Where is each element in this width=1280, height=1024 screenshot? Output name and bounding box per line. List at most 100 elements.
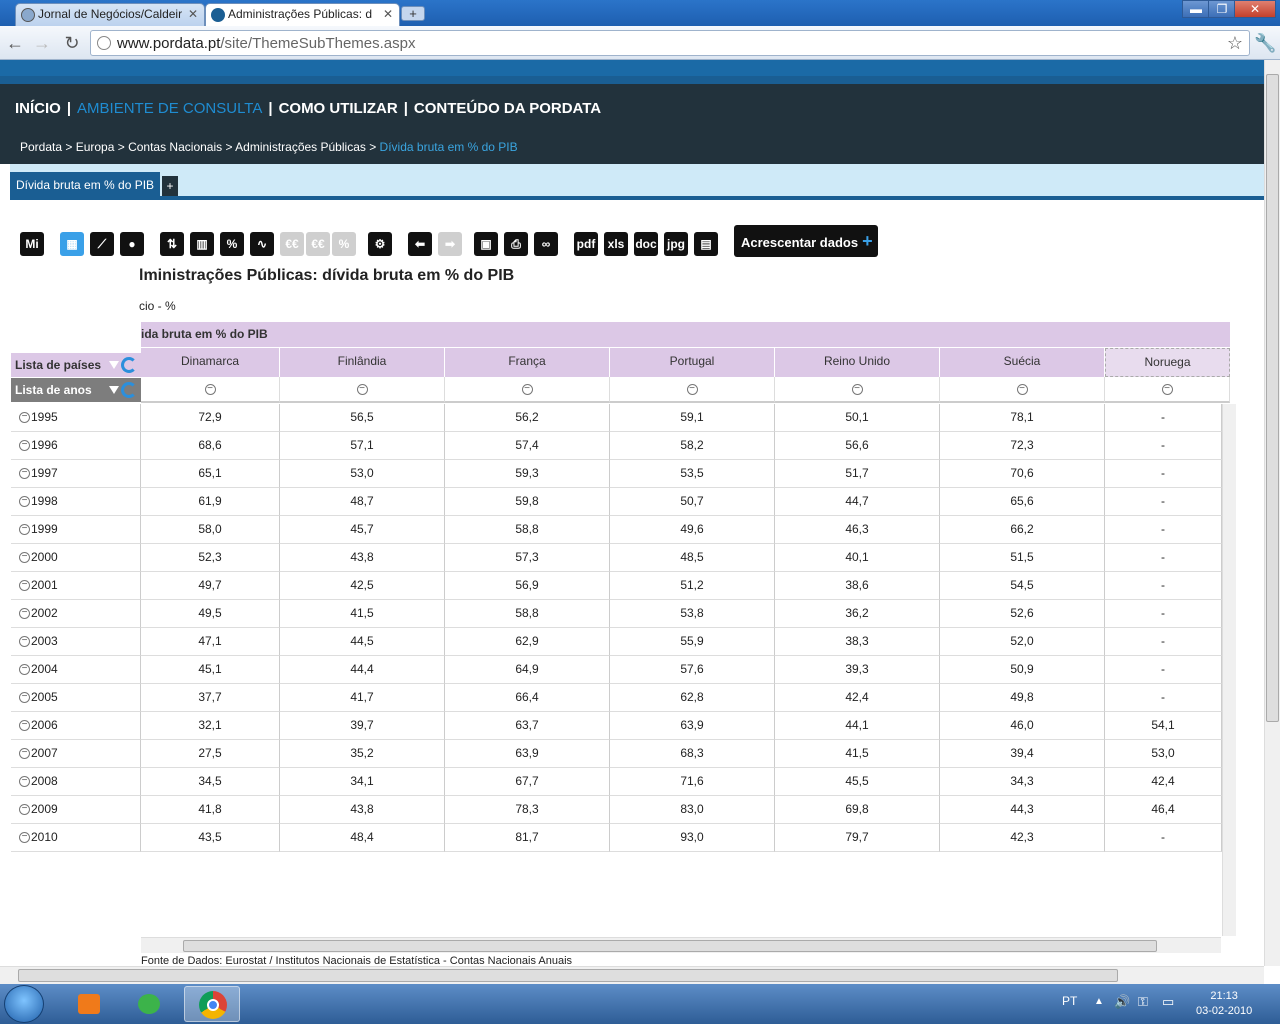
remove-column-icon[interactable]: − [356,384,368,396]
remove-row-icon[interactable]: − [19,412,30,424]
year-row-header[interactable]: −2005 [11,684,141,712]
remove-row-icon[interactable]: − [19,496,30,508]
bubble-chart-icon[interactable]: ● [120,232,144,256]
nav-conteudo[interactable]: CONTEÚDO DA PORDATA [414,100,601,117]
pdf-icon[interactable]: pdf [574,232,598,256]
doc-icon[interactable]: doc [634,232,658,256]
wave-icon[interactable]: ∿ [250,232,274,256]
column-header[interactable]: Finlândia [280,348,445,377]
tab-divida-bruta[interactable]: Dívida bruta em % do PIB [10,172,161,200]
year-row-header[interactable]: −2000 [11,544,141,572]
remove-row-icon[interactable]: − [19,804,30,816]
scroll-thumb[interactable] [183,940,1157,952]
year-row-header[interactable]: −2003 [11,628,141,656]
table-horizontal-scrollbar[interactable] [141,937,1221,953]
column-header[interactable]: Noruega [1105,348,1230,377]
metainfo-icon[interactable]: Mi [20,232,44,256]
refresh-icon[interactable] [121,357,137,373]
remove-column-icon[interactable]: − [1161,384,1173,396]
new-tab-button[interactable]: + [401,6,425,21]
table-icon[interactable]: ▦ [60,232,84,256]
start-button[interactable] [4,985,44,1023]
remove-row-icon[interactable]: − [19,440,30,452]
remove-row-icon[interactable]: − [19,776,30,788]
column-header[interactable]: Reino Unido [775,348,940,377]
nav-inicio[interactable]: INÍCIO [15,100,61,117]
remove-row-icon[interactable]: − [19,748,30,760]
country-list-selector[interactable]: Lista de países [11,353,141,377]
year-row-header[interactable]: −1998 [11,488,141,516]
language-indicator[interactable]: PT [1062,994,1077,1008]
minimize-icon[interactable]: ▬ [1182,0,1210,18]
back-icon[interactable]: ← [4,32,26,54]
volume-icon[interactable]: 🔊 [1114,994,1130,1010]
remove-row-icon[interactable]: − [19,580,30,592]
page-horizontal-scrollbar[interactable] [0,966,1264,984]
print-icon[interactable]: ⎙ [504,232,528,256]
jpg-icon[interactable]: jpg [664,232,688,256]
remove-row-icon[interactable]: − [19,720,30,732]
clock[interactable]: 21:13 03-02-2010 [1196,989,1252,1019]
breadcrumb-path[interactable]: Pordata > Europa > Contas Nacionais > Ad… [20,140,380,154]
page-vertical-scrollbar[interactable] [1264,60,1280,966]
line-chart-icon[interactable]: ⟋ [90,232,114,256]
remove-column-icon[interactable]: − [851,384,863,396]
close-icon[interactable]: ✕ [383,4,393,25]
network-icon[interactable]: ⚿ [1138,994,1148,1010]
column-header[interactable]: Dinamarca [141,348,280,377]
xls-icon[interactable]: xls [604,232,628,256]
column-header[interactable]: Portugal [610,348,775,377]
remove-column-icon[interactable]: − [686,384,698,396]
browser-tab-pordata[interactable]: Administrações Públicas: d ✕ [205,3,400,27]
column-header[interactable]: Suécia [940,348,1105,377]
remove-row-icon[interactable]: − [19,552,30,564]
media-player-icon[interactable] [62,986,118,1022]
year-row-header[interactable]: −2007 [11,740,141,768]
remove-row-icon[interactable]: − [19,832,30,844]
table-vertical-scrollbar[interactable] [1222,404,1236,936]
remove-row-icon[interactable]: − [19,468,30,480]
percent-icon[interactable]: % [220,232,244,256]
year-list-selector[interactable]: Lista de anos [11,378,141,402]
add-data-button[interactable]: Acrescentar dados + [734,225,878,257]
save-icon[interactable]: ▣ [474,232,498,256]
remove-column-icon[interactable]: − [1016,384,1028,396]
address-bar[interactable]: www.pordata.pt/site/ThemeSubThemes.aspx … [90,30,1250,56]
power-icon[interactable]: ▭ [1162,994,1174,1010]
gear-icon[interactable]: ⚙ [368,232,392,256]
year-row-header[interactable]: −2008 [11,768,141,796]
chrome-icon[interactable] [184,986,240,1022]
messenger-icon[interactable] [122,986,178,1022]
year-row-header[interactable]: −1999 [11,516,141,544]
year-row-header[interactable]: −1995 [11,404,141,432]
star-icon[interactable]: ☆ [1227,33,1243,54]
year-row-header[interactable]: −1997 [11,460,141,488]
remove-row-icon[interactable]: − [19,524,30,536]
year-row-header[interactable]: −2009 [11,796,141,824]
window-close-icon[interactable]: ✕ [1234,0,1276,18]
scroll-thumb[interactable] [1266,74,1279,722]
browser-tab-jornal[interactable]: Jornal de Negócios/Caldeir ✕ [15,3,205,26]
book-icon[interactable]: ▤ [694,232,718,256]
remove-row-icon[interactable]: − [19,608,30,620]
year-row-header[interactable]: −2002 [11,600,141,628]
year-row-header[interactable]: −1996 [11,432,141,460]
close-icon[interactable]: ✕ [188,4,198,25]
remove-row-icon[interactable]: − [19,692,30,704]
year-row-header[interactable]: −2001 [11,572,141,600]
add-tab-button[interactable]: + [162,176,178,196]
remove-column-icon[interactable]: − [204,384,216,396]
year-row-header[interactable]: −2006 [11,712,141,740]
columns-icon[interactable]: ▥ [190,232,214,256]
forward-icon[interactable]: → [31,32,53,54]
remove-column-icon[interactable]: − [521,384,533,396]
restore-icon[interactable]: ❐ [1208,0,1236,18]
reload-icon[interactable]: ↻ [61,32,83,54]
wrench-icon[interactable]: 🔧 [1254,32,1276,54]
link-icon[interactable]: ∞ [534,232,558,256]
scroll-thumb[interactable] [18,969,1118,982]
year-row-header[interactable]: −2010 [11,824,141,852]
tray-expand-icon[interactable]: ▲ [1094,996,1104,1007]
axis-swap-icon[interactable]: ⇅ [160,232,184,256]
refresh-icon[interactable] [121,382,137,398]
